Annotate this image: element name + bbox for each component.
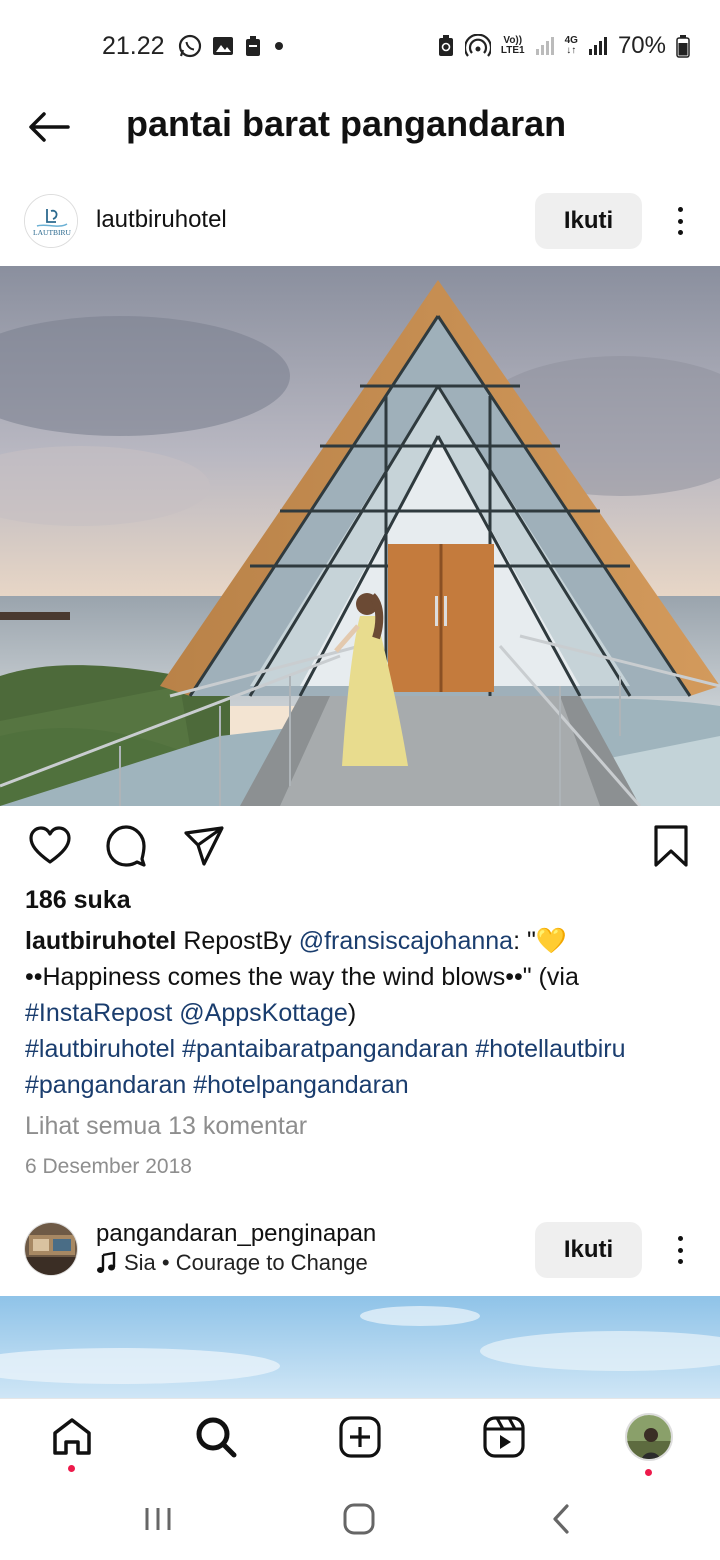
profile-avatar[interactable] bbox=[625, 1413, 673, 1461]
view-comments-link[interactable]: Lihat semua 13 komentar bbox=[25, 1112, 307, 1141]
post-date: 6 Desember 2018 bbox=[25, 1155, 192, 1178]
heart-icon[interactable] bbox=[28, 824, 72, 868]
signal-icon-sim2 bbox=[588, 37, 607, 55]
post-music[interactable]: Sia • Courage to Change bbox=[96, 1250, 368, 1276]
signal-icon-sim1 bbox=[535, 37, 554, 55]
post-image[interactable] bbox=[0, 266, 720, 806]
volte-indicator: Vo)) LTE1 bbox=[500, 35, 525, 56]
follow-button[interactable]: Ikuti bbox=[535, 193, 642, 249]
hotspot-icon bbox=[464, 34, 491, 57]
more-icon[interactable] bbox=[668, 201, 692, 241]
gallery-icon bbox=[213, 37, 233, 55]
music-title: Sia • Courage to Change bbox=[124, 1250, 368, 1275]
reels-icon[interactable] bbox=[482, 1415, 526, 1459]
whatsapp-icon bbox=[178, 34, 202, 58]
caption-hashtag[interactable]: #InstaRepost bbox=[25, 999, 172, 1027]
create-icon[interactable] bbox=[338, 1415, 382, 1459]
home-icon[interactable] bbox=[50, 1415, 94, 1459]
clipboard-icon bbox=[246, 36, 260, 56]
status-bar: 21.22 Vo)) LTE1 4G ↓↑ 70% bbox=[0, 0, 720, 95]
more-icon[interactable] bbox=[668, 1230, 692, 1270]
music-note-icon bbox=[97, 1252, 116, 1273]
likes-count[interactable]: 186 suka bbox=[25, 886, 131, 915]
battery-percent: 70% bbox=[617, 32, 666, 59]
search-icon[interactable] bbox=[194, 1415, 238, 1459]
status-system-icons: Vo)) LTE1 4G ↓↑ 70% bbox=[437, 32, 690, 60]
system-navigation bbox=[0, 1482, 720, 1560]
caption-text: : "💛 bbox=[513, 927, 567, 955]
home-button-icon[interactable] bbox=[342, 1502, 376, 1536]
caption-hashtag[interactable]: #pangandaran bbox=[25, 1071, 186, 1099]
avatar[interactable]: LAUTBIRU bbox=[24, 194, 78, 248]
status-time: 21.22 bbox=[102, 32, 165, 60]
post-actions bbox=[0, 820, 720, 876]
caption-text: ••Happiness comes the way the wind blows… bbox=[25, 963, 579, 991]
bookmark-icon[interactable] bbox=[652, 824, 690, 868]
post-username[interactable]: lautbiruhotel bbox=[96, 206, 227, 234]
back-arrow-icon[interactable] bbox=[26, 109, 72, 145]
avatar-logo-text: LAUTBIRU bbox=[33, 228, 71, 237]
data-arrows-icon: ↓↑ bbox=[566, 45, 577, 56]
battery-icon bbox=[676, 35, 690, 58]
caption-hashtag[interactable]: #hotellautbiru bbox=[475, 1035, 625, 1063]
battery-saver-icon bbox=[438, 35, 453, 56]
post-username[interactable]: pangandaran_penginapan bbox=[96, 1220, 376, 1248]
avatar[interactable] bbox=[24, 1222, 78, 1276]
dot-icon bbox=[275, 42, 283, 50]
caption-hashtag[interactable]: #hotelpangandaran bbox=[193, 1071, 408, 1099]
post-header: LAUTBIRU lautbiruhotel Ikuti bbox=[0, 186, 720, 258]
caption-hashtag[interactable]: #lautbiruhotel bbox=[25, 1035, 175, 1063]
caption-mention[interactable]: @AppsKottage bbox=[179, 999, 348, 1027]
caption-text: RepostBy bbox=[183, 927, 299, 955]
caption-hashtag[interactable]: #pantaibaratpangandaran bbox=[182, 1035, 468, 1063]
follow-button[interactable]: Ikuti bbox=[535, 1222, 642, 1278]
profile-notification-dot bbox=[645, 1469, 652, 1476]
post-caption: lautbiruhotel RepostBy @fransiscajohanna… bbox=[25, 923, 695, 1103]
network-type: 4G ↓↑ bbox=[564, 35, 578, 56]
page-header: pantai barat pangandaran bbox=[0, 95, 720, 165]
post-image[interactable] bbox=[0, 1296, 720, 1398]
home-notification-dot bbox=[68, 1465, 75, 1472]
page-title: pantai barat pangandaran bbox=[126, 103, 567, 144]
back-button-icon[interactable] bbox=[548, 1502, 574, 1536]
caption-text: ) bbox=[347, 999, 357, 1027]
bottom-navigation bbox=[0, 1398, 720, 1482]
recent-apps-icon[interactable] bbox=[142, 1504, 174, 1534]
status-notification-icons bbox=[178, 34, 286, 58]
caption-username[interactable]: lautbiruhotel bbox=[25, 927, 176, 955]
caption-mention[interactable]: @fransiscajohanna bbox=[299, 927, 513, 955]
comment-icon[interactable] bbox=[104, 824, 148, 868]
share-icon[interactable] bbox=[182, 824, 226, 868]
